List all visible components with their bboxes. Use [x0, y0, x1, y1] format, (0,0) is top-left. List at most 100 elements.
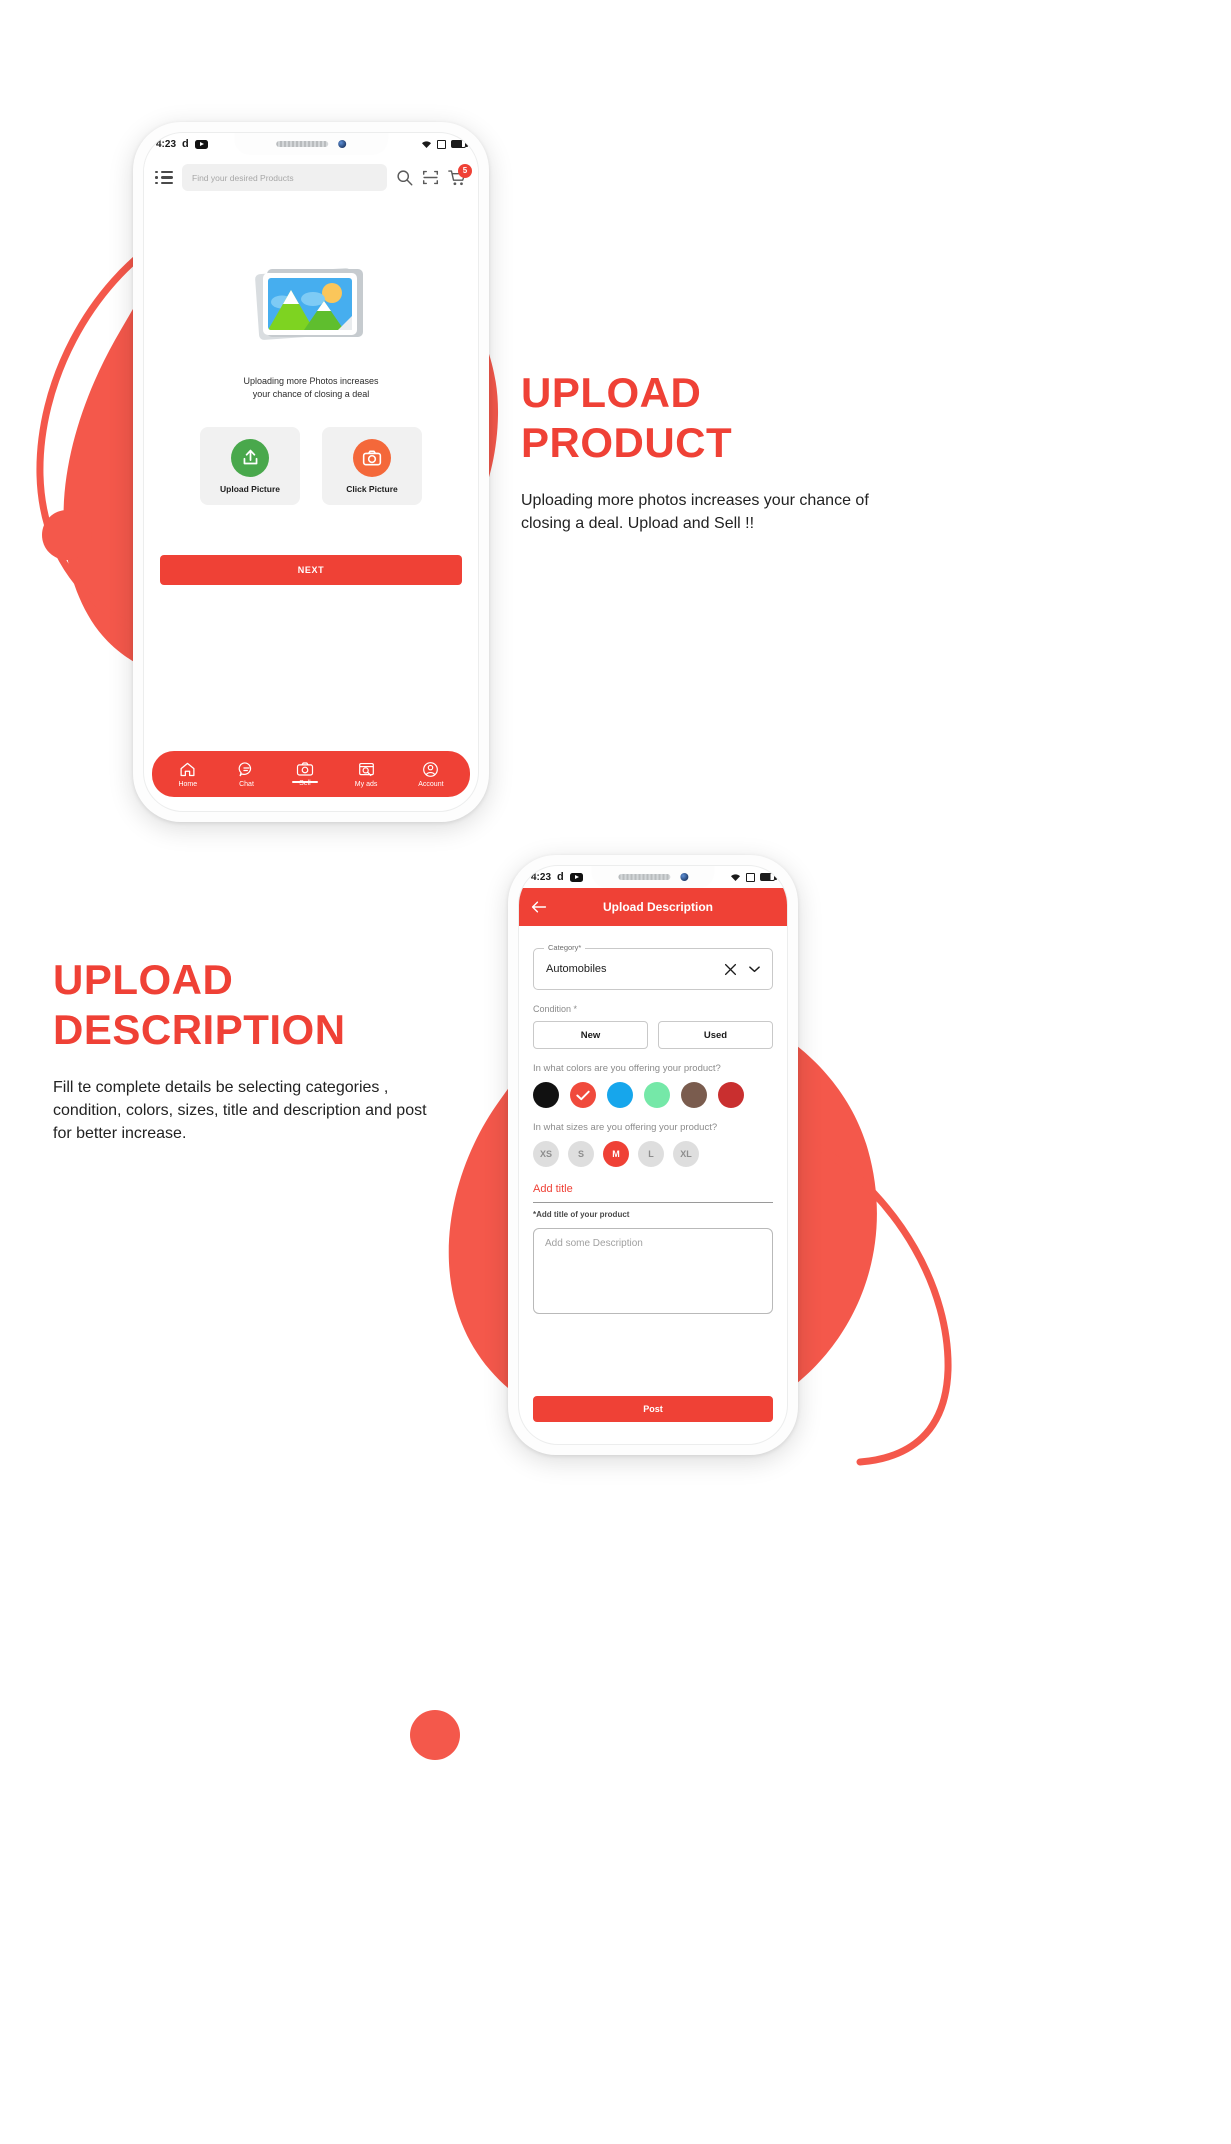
- hamburger-menu-icon[interactable]: [155, 170, 173, 185]
- nav-item-home[interactable]: Home: [178, 761, 197, 788]
- status-time: 4:23: [156, 138, 177, 150]
- decorative-blob-outline-bottom: [816, 1144, 952, 1466]
- click-picture-button[interactable]: Click Picture: [322, 427, 422, 506]
- bottom-navigation-1: Home Chat Sell My ads Account: [152, 751, 470, 797]
- camera-icon: [353, 438, 391, 477]
- heading-line-2: DESCRIPTION: [53, 1005, 346, 1053]
- color-swatch-brown[interactable]: [681, 1082, 707, 1108]
- app-bar-1: Find your desired Products 5: [144, 155, 478, 201]
- phone-screen-1: 4:23 d Find your desired Products 5 Uplo…: [143, 132, 479, 812]
- click-picture-label: Click Picture: [346, 483, 398, 494]
- nav-label-my-ads: My ads: [354, 780, 378, 788]
- add-title-input[interactable]: Add title: [533, 1183, 773, 1195]
- title-underline: [533, 1202, 773, 1203]
- hint-line-2: your chance of closing a deal: [252, 389, 370, 400]
- category-field[interactable]: Category* Automobiles: [533, 943, 773, 990]
- paragraph-upload-description: Fill te complete details be selecting ca…: [53, 1079, 427, 1143]
- app-glyph-icon: d: [557, 871, 564, 883]
- scan-barcode-icon[interactable]: [422, 169, 439, 186]
- color-swatch-blue[interactable]: [607, 1082, 633, 1108]
- shopping-cart-icon[interactable]: 5: [448, 163, 472, 187]
- picture-choice-row: Upload Picture Click Picture: [200, 427, 422, 506]
- chat-bubble-icon: [238, 761, 252, 776]
- post-button[interactable]: Post: [533, 1396, 773, 1422]
- color-swatch-red[interactable]: [570, 1082, 596, 1108]
- arrow-left-icon[interactable]: [531, 900, 547, 914]
- app-glyph-icon: d: [182, 138, 189, 150]
- paragraph-upload-product: Uploading more photos increases your cha…: [521, 492, 869, 533]
- decorative-dot-top: [42, 510, 92, 560]
- nav-label-chat: Chat: [239, 780, 254, 788]
- close-x-icon[interactable]: [724, 963, 737, 976]
- heading-upload-description: UPLOAD DESCRIPTION: [53, 955, 433, 1054]
- heading-upload-product: UPLOAD PRODUCT: [521, 368, 921, 467]
- category-value: Automobiles: [546, 963, 607, 975]
- home-icon: [180, 762, 195, 776]
- youtube-icon: [194, 139, 208, 149]
- size-chip-xl[interactable]: XL: [673, 1141, 699, 1167]
- nav-item-my-ads[interactable]: My ads: [354, 761, 378, 788]
- search-input[interactable]: Find your desired Products: [182, 164, 387, 191]
- next-button[interactable]: NEXT: [160, 555, 462, 586]
- heading-line-1: UPLOAD: [53, 956, 234, 1003]
- signal-icon: [437, 139, 446, 149]
- nav-label-sell: Sell: [299, 780, 311, 787]
- color-swatches: [533, 1082, 773, 1108]
- check-icon: [576, 1090, 590, 1100]
- status-bar-1: 4:23 d: [144, 133, 478, 155]
- youtube-icon: [569, 872, 583, 882]
- upload-picture-button[interactable]: Upload Picture: [200, 427, 300, 506]
- condition-option-used[interactable]: Used: [658, 1021, 773, 1049]
- phone-screen-2: 4:23 d Upload Description Category* Auto…: [518, 865, 788, 1445]
- nav-label-account: Account: [418, 780, 444, 788]
- nav-item-sell[interactable]: Sell: [291, 761, 318, 787]
- account-user-icon: [423, 761, 439, 777]
- copy-block-upload-description: UPLOAD DESCRIPTION Fill te complete deta…: [53, 955, 433, 1146]
- upload-icon: [231, 438, 269, 477]
- title-helper-text: *Add title of your product: [533, 1210, 630, 1219]
- signal-icon: [746, 872, 755, 882]
- nav-label-home: Home: [178, 780, 198, 788]
- copy-block-upload-product: UPLOAD PRODUCT Uploading more photos inc…: [521, 368, 921, 535]
- page-title: Upload Description: [602, 900, 713, 914]
- app-bar-2: Upload Description: [519, 888, 787, 926]
- cart-badge-count: 5: [458, 163, 472, 178]
- condition-label: Condition *: [533, 1004, 578, 1014]
- battery-icon: [760, 873, 777, 881]
- color-swatch-black[interactable]: [533, 1082, 559, 1108]
- phone-mockup-upload-product: 4:23 d Find your desired Products 5 Uplo…: [133, 122, 489, 822]
- condition-option-new[interactable]: New: [533, 1021, 648, 1049]
- upload-product-content: Uploading more Photos increases your cha…: [144, 201, 478, 586]
- upload-description-form: Category* Automobiles Condition * New Us…: [519, 926, 787, 1314]
- category-legend: Category*: [544, 943, 586, 952]
- my-ads-icon: [358, 762, 374, 776]
- size-chip-s[interactable]: S: [568, 1141, 594, 1167]
- size-chip-m[interactable]: M: [603, 1141, 629, 1167]
- color-swatch-dark-red[interactable]: [718, 1082, 744, 1108]
- phone-mockup-upload-description: 4:23 d Upload Description Category* Auto…: [508, 855, 798, 1455]
- wifi-icon: [731, 873, 740, 881]
- upload-hint-text: Uploading more Photos increases your cha…: [243, 375, 378, 401]
- camera-icon: [296, 762, 314, 776]
- photo-gallery-image: [249, 257, 373, 353]
- chevron-down-icon[interactable]: [749, 965, 760, 973]
- colors-question: In what colors are you offering your pro…: [533, 1063, 721, 1074]
- size-chip-xs[interactable]: XS: [533, 1141, 559, 1167]
- page-root: 4:23 d Find your desired Products 5 Uplo…: [0, 0, 1231, 2144]
- color-swatch-mint-green[interactable]: [644, 1082, 670, 1108]
- nav-item-account[interactable]: Account: [418, 761, 444, 788]
- battery-icon: [451, 140, 468, 148]
- size-chip-l[interactable]: L: [638, 1141, 664, 1167]
- heading-line-2: PRODUCT: [521, 418, 733, 466]
- hint-line-1: Uploading more Photos increases: [243, 376, 379, 386]
- condition-options: New Used: [533, 1021, 773, 1049]
- search-placeholder: Find your desired Products: [192, 172, 294, 183]
- status-bar-2: 4:23 d: [519, 866, 787, 888]
- nav-item-chat[interactable]: Chat: [238, 761, 255, 788]
- upload-picture-label: Upload Picture: [220, 483, 280, 494]
- wifi-icon: [422, 140, 431, 148]
- size-chips: XS S M L XL: [533, 1141, 773, 1167]
- heading-line-1: UPLOAD: [521, 369, 702, 416]
- search-icon[interactable]: [396, 169, 413, 186]
- description-textarea[interactable]: Add some Description: [533, 1228, 773, 1314]
